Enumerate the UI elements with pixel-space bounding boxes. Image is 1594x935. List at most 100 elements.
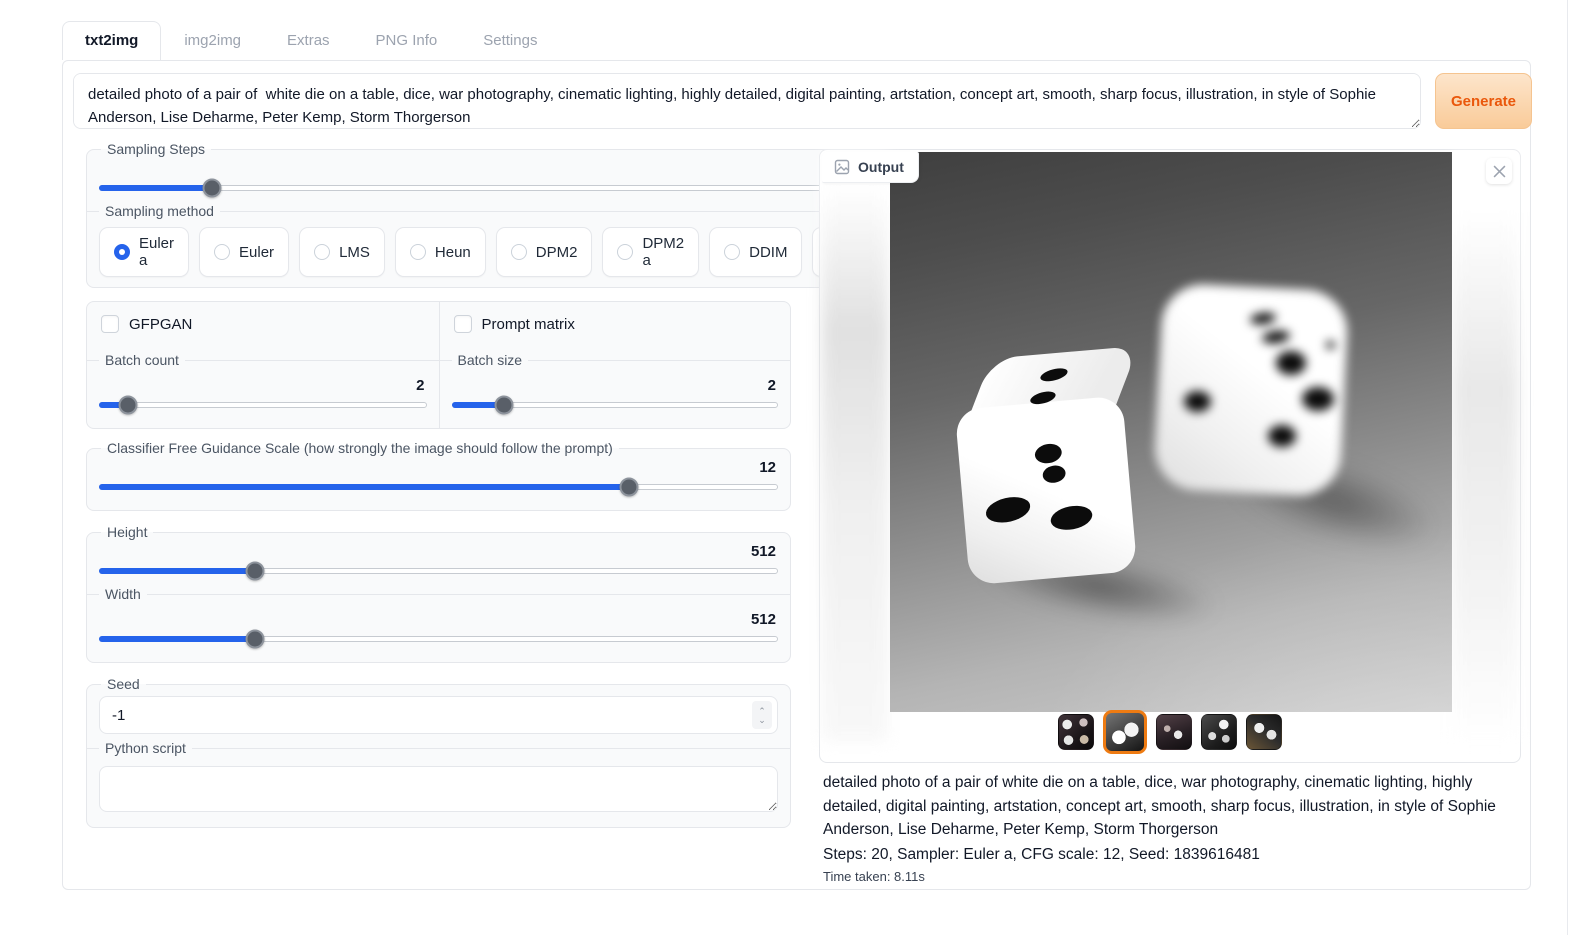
tab-png-info[interactable]: PNG Info: [353, 21, 461, 59]
width-label: Width: [99, 584, 147, 604]
batch-count-value: 2: [99, 376, 427, 395]
python-script-label: Python script: [99, 738, 192, 758]
radio-dpm2[interactable]: DPM2: [496, 227, 593, 277]
height-label: Height: [101, 524, 153, 540]
gfpgan-checkbox[interactable]: [101, 315, 119, 333]
slider-track: [99, 402, 427, 408]
app-page: txt2img img2img Extras PNG Info Settings…: [0, 0, 1594, 935]
sampling-method-options: Euler a Euler LMS Heun DPM2 DPM2 a DDIM …: [99, 227, 908, 277]
main-container: detailed photo of a pair of white die on…: [62, 60, 1531, 890]
radio-dot-icon: [511, 244, 527, 260]
radio-dot-icon: [214, 244, 230, 260]
gfpgan-checkbox-row[interactable]: GFPGAN: [87, 302, 439, 346]
radio-label: LMS: [339, 244, 370, 261]
prompt-matrix-label: Prompt matrix: [482, 316, 575, 333]
number-spinner[interactable]: ⌃⌄: [752, 701, 772, 729]
tab-settings[interactable]: Settings: [460, 21, 560, 59]
slider-fill: [99, 484, 629, 490]
seed-label: Seed: [101, 676, 146, 692]
radio-euler-a[interactable]: Euler a: [99, 227, 189, 277]
dimensions-group: Height 512 Width 512: [86, 524, 791, 663]
tab-bar: txt2img img2img Extras PNG Info Settings: [62, 21, 560, 59]
slider-handle[interactable]: [203, 179, 222, 198]
width-slider[interactable]: [99, 630, 778, 648]
caption-prompt-text: detailed photo of a pair of white die on…: [823, 771, 1523, 842]
output-panel: Output: [819, 149, 1521, 763]
slider-fill: [99, 185, 212, 191]
height-slider[interactable]: [99, 562, 778, 580]
batch-size-label: Batch size: [452, 350, 529, 370]
sampling-steps-value: 20: [99, 159, 908, 178]
radio-label: Euler a: [139, 235, 174, 269]
radio-ddim[interactable]: DDIM: [709, 227, 802, 277]
page-scroll-divider: [1567, 0, 1568, 935]
radio-euler[interactable]: Euler: [199, 227, 289, 277]
image-icon: [834, 159, 850, 175]
prompt-matrix-checkbox[interactable]: [454, 315, 472, 333]
radio-lms[interactable]: LMS: [299, 227, 385, 277]
sampling-steps-label: Sampling Steps: [101, 141, 211, 157]
sampling-method-label-row: Sampling method: [87, 201, 920, 221]
gallery-thumbnail[interactable]: [1156, 714, 1192, 750]
batch-count-label: Batch count: [99, 350, 185, 370]
radio-dpm2-a[interactable]: DPM2 a: [602, 227, 699, 277]
gallery-thumbnail[interactable]: [1103, 710, 1147, 754]
radio-dot-icon: [114, 244, 130, 260]
sampling-method-label: Sampling method: [99, 201, 220, 221]
tab-img2img[interactable]: img2img: [161, 21, 264, 59]
slider-handle[interactable]: [119, 396, 138, 415]
output-label-text: Output: [858, 159, 904, 175]
radio-label: DPM2 a: [642, 235, 684, 269]
sampling-group: Sampling Steps 20 Sampling method Euler …: [86, 141, 921, 288]
image-edge-blur-left: [822, 152, 888, 742]
sampling-steps-slider[interactable]: [99, 179, 908, 197]
cfg-scale-value: 12: [99, 458, 778, 477]
gallery-thumbnail[interactable]: [1058, 714, 1094, 750]
cfg-scale-label: Classifier Free Guidance Scale (how stro…: [101, 440, 619, 456]
gfpgan-label: GFPGAN: [129, 316, 192, 333]
gallery-thumbnail[interactable]: [1246, 714, 1282, 750]
batch-size-cell: Batch size 2: [439, 346, 791, 428]
slider-fill: [99, 568, 255, 574]
slider-handle[interactable]: [246, 630, 265, 649]
python-script-input[interactable]: [99, 766, 778, 812]
controls-column: Sampling Steps 20 Sampling method Euler …: [86, 141, 791, 841]
batch-size-value: 2: [452, 376, 779, 395]
radio-heun[interactable]: Heun: [395, 227, 486, 277]
height-value: 512: [99, 542, 778, 561]
caption-params-text: Steps: 20, Sampler: Euler a, CFG scale: …: [823, 843, 1523, 866]
radio-label: Heun: [435, 244, 471, 261]
radio-label: DDIM: [749, 244, 787, 261]
cfg-scale-group: Classifier Free Guidance Scale (how stro…: [86, 440, 791, 511]
slider-fill: [99, 636, 255, 642]
gallery-thumbnail[interactable]: [1201, 714, 1237, 750]
prompt-input[interactable]: detailed photo of a pair of white die on…: [73, 73, 1421, 129]
image-edge-blur-right: [1452, 152, 1518, 742]
chevron-up-icon[interactable]: ⌃: [758, 707, 766, 715]
batch-count-slider[interactable]: [99, 396, 427, 414]
width-value: 512: [99, 610, 778, 629]
slider-handle[interactable]: [246, 562, 265, 581]
tab-txt2img[interactable]: txt2img: [62, 21, 161, 60]
blurred-die: [1158, 287, 1344, 493]
chevron-down-icon[interactable]: ⌄: [758, 716, 766, 724]
cfg-scale-slider[interactable]: [99, 478, 778, 496]
slider-handle[interactable]: [619, 478, 638, 497]
close-icon: [1493, 165, 1506, 178]
sharp-die: [950, 345, 1149, 590]
generated-image: [890, 152, 1452, 712]
prompt-matrix-checkbox-row[interactable]: Prompt matrix: [439, 302, 791, 346]
seed-input[interactable]: [99, 696, 778, 734]
tab-extras[interactable]: Extras: [264, 21, 353, 59]
close-output-button[interactable]: [1486, 158, 1512, 184]
output-caption: detailed photo of a pair of white die on…: [823, 771, 1523, 884]
batch-count-cell: Batch count 2: [87, 346, 439, 428]
radio-dot-icon: [617, 244, 633, 260]
generate-button[interactable]: Generate: [1435, 73, 1532, 129]
radio-dot-icon: [724, 244, 740, 260]
radio-dot-icon: [410, 244, 426, 260]
seed-script-group: Seed ⌃⌄ Python script: [86, 676, 791, 828]
slider-handle[interactable]: [494, 396, 513, 415]
batch-size-slider[interactable]: [452, 396, 779, 414]
caption-time-text: Time taken: 8.11s: [823, 869, 1523, 884]
